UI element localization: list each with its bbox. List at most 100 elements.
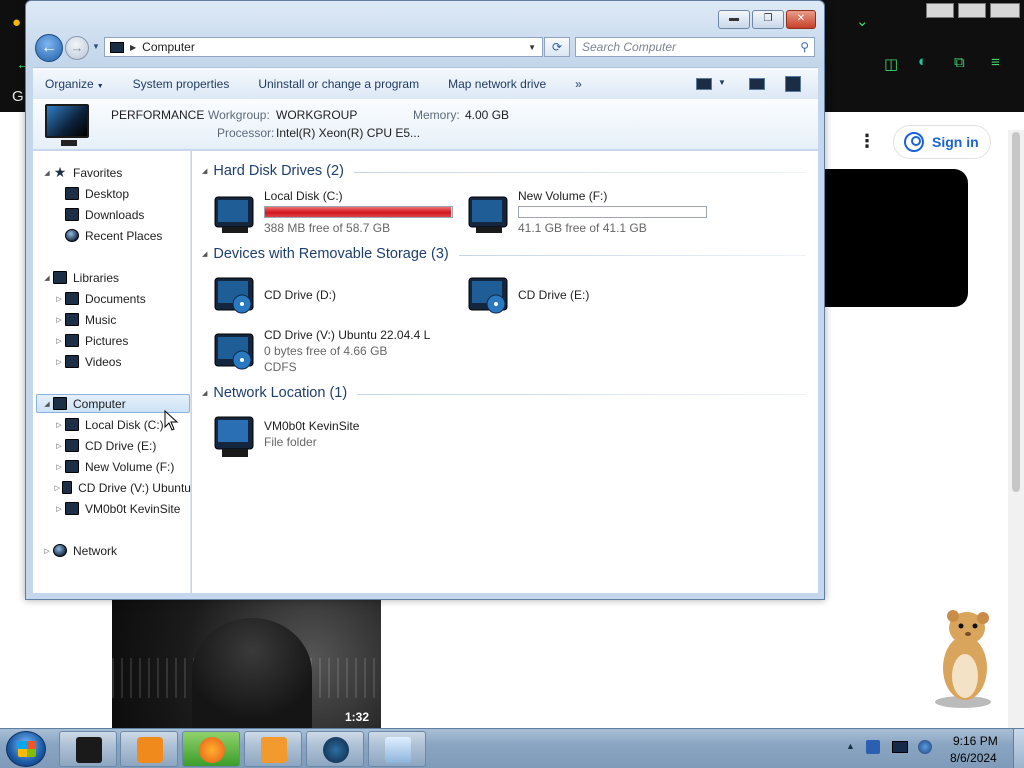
google-icon[interactable]: G: [12, 88, 24, 105]
uninstall-program-button[interactable]: Uninstall or change a program: [258, 77, 419, 91]
tree-item-kevinsite[interactable]: ▷ VM0b0t KevinSite: [53, 499, 180, 518]
taskbar-sublime-button[interactable]: [244, 731, 302, 767]
navigation-pane[interactable]: ◢ ★ Favorites Desktop Downloads Recent Pla…: [33, 151, 191, 593]
group-header-hdd[interactable]: ◢ Hard Disk Drives (2): [202, 163, 806, 179]
group-header-network[interactable]: ◢ Network Location (1): [202, 385, 806, 401]
tree-item-documents[interactable]: ▷ Documents: [53, 289, 145, 308]
chevron-right-icon[interactable]: ▶: [130, 43, 136, 52]
expanded-arrow-icon[interactable]: ◢: [41, 169, 53, 177]
clock-time[interactable]: 9:16 PM: [953, 734, 998, 748]
page-scrollbar[interactable]: [1008, 130, 1024, 730]
address-bar[interactable]: ▶ Computer ▼: [104, 37, 543, 57]
forward-button[interactable]: →: [65, 36, 89, 60]
tree-item-favorites[interactable]: ◢ ★ Favorites: [41, 163, 122, 182]
network-item-kevinsite[interactable]: VM0b0t KevinSite File folder: [212, 413, 457, 461]
tree-item-desktop[interactable]: Desktop: [53, 184, 129, 203]
collapse-group-icon[interactable]: ◢: [202, 167, 207, 175]
more-commands-button[interactable]: »: [575, 77, 582, 91]
drive-item-c[interactable]: Local Disk (C:) 388 MB free of 58.7 GB: [212, 189, 457, 237]
tree-item-cd-v[interactable]: ▷ CD Drive (V:) Ubuntu: [53, 478, 191, 497]
start-button[interactable]: [6, 731, 46, 767]
taskbar-steam-button[interactable]: [306, 731, 364, 767]
drive-item-f[interactable]: New Volume (F:) 41.1 GB free of 41.1 GB: [466, 189, 711, 237]
collapsed-arrow-icon[interactable]: ▷: [53, 505, 65, 513]
extensions-icon[interactable]: ⧉: [954, 54, 965, 71]
collapsed-arrow-icon[interactable]: ▷: [53, 484, 62, 492]
collapsed-arrow-icon[interactable]: ▷: [53, 421, 65, 429]
volume-icon[interactable]: [918, 740, 932, 754]
pocket-icon[interactable]: ◫: [884, 55, 898, 73]
taskbar-firefox-button[interactable]: [182, 731, 240, 767]
drive-item-v[interactable]: CD Drive (V:) Ubuntu 22.04.4 L 0 bytes f…: [212, 328, 512, 376]
system-properties-button[interactable]: System properties: [133, 77, 230, 91]
close-button[interactable]: ✕: [786, 10, 816, 29]
network-status-icon[interactable]: [892, 741, 908, 753]
content-pane[interactable]: ◢ Hard Disk Drives (2) Local Disk (C:) 38…: [164, 151, 818, 593]
hard-drive-icon: [214, 196, 254, 233]
tree-item-music[interactable]: ▷ Music: [53, 310, 116, 329]
cd-drive-icon: [65, 439, 79, 452]
minimize-button[interactable]: ▬: [718, 10, 750, 29]
recent-pages-dropdown[interactable]: ▼: [92, 42, 100, 51]
collapsed-arrow-icon[interactable]: ▷: [53, 337, 65, 345]
tree-item-pictures[interactable]: ▷ Pictures: [53, 331, 128, 350]
collapse-group-icon[interactable]: ◢: [202, 250, 207, 258]
browser-restore-button[interactable]: [958, 3, 986, 18]
expanded-arrow-icon[interactable]: ◢: [41, 400, 53, 408]
tree-label: Videos: [85, 354, 122, 369]
chevron-down-icon[interactable]: ⌄: [856, 12, 869, 30]
refresh-button[interactable]: ⟳: [544, 37, 570, 57]
scrollbar-thumb[interactable]: [1012, 132, 1020, 492]
expanded-arrow-icon[interactable]: ◢: [41, 274, 53, 282]
tray-device-icon[interactable]: [866, 740, 880, 754]
collapsed-arrow-icon[interactable]: ▷: [53, 463, 65, 471]
video-thumbnail[interactable]: 1:32: [112, 598, 381, 728]
collapse-group-icon[interactable]: ◢: [202, 389, 207, 397]
search-icon[interactable]: ⚲: [800, 38, 809, 56]
collapsed-arrow-icon[interactable]: ▷: [53, 442, 65, 450]
tree-item-computer[interactable]: ◢ Computer: [41, 394, 125, 413]
workgroup-value: WORKGROUP: [276, 108, 358, 122]
drive-item-d[interactable]: CD Drive (D:): [212, 272, 457, 320]
tree-item-recent-places[interactable]: Recent Places: [53, 226, 162, 245]
taskbar-recycle-button[interactable]: [368, 731, 426, 767]
maps-pin-icon[interactable]: ●: [12, 14, 21, 31]
tree-item-cd-e[interactable]: ▷ CD Drive (E:): [53, 436, 156, 455]
browser-close-button[interactable]: [990, 3, 1020, 18]
more-options-icon[interactable]: ⋮: [858, 131, 876, 152]
tree-item-videos[interactable]: ▷ Videos: [53, 352, 121, 371]
search-input[interactable]: Search Computer ⚲: [575, 37, 815, 57]
tree-item-network[interactable]: ▷ Network: [41, 541, 117, 560]
taskbar-explorer-button[interactable]: [59, 731, 117, 767]
tree-item-new-volume[interactable]: ▷ New Volume (F:): [53, 457, 174, 476]
back-button[interactable]: ←: [35, 34, 63, 62]
video-player-area[interactable]: [822, 169, 968, 307]
collapsed-arrow-icon[interactable]: ▷: [41, 547, 53, 555]
browser-minimize-button[interactable]: [926, 3, 954, 18]
sign-in-button[interactable]: Sign in: [893, 125, 991, 159]
vpn-icon[interactable]: ◐: [918, 53, 927, 70]
preview-pane-icon[interactable]: [749, 78, 765, 90]
show-hidden-icons-button[interactable]: ▲: [846, 741, 855, 751]
drive-name: New Volume (F:): [518, 189, 608, 203]
view-options-dropdown-icon[interactable]: ▼: [718, 78, 726, 87]
help-icon[interactable]: [785, 76, 801, 92]
address-dropdown-icon[interactable]: ▼: [528, 43, 536, 52]
taskbar-media-player-button[interactable]: [120, 731, 178, 767]
maximize-button[interactable]: ❐: [752, 10, 784, 29]
drive-name: CD Drive (D:): [264, 288, 336, 302]
show-desktop-button[interactable]: [1013, 729, 1024, 768]
menu-icon[interactable]: ≡: [991, 54, 1000, 71]
change-view-icon[interactable]: [696, 78, 712, 90]
group-header-removable[interactable]: ◢ Devices with Removable Storage (3): [202, 246, 806, 262]
organize-button[interactable]: Organize ▼: [45, 77, 104, 91]
drive-item-e[interactable]: CD Drive (E:): [466, 272, 711, 320]
collapsed-arrow-icon[interactable]: ▷: [53, 295, 65, 303]
collapsed-arrow-icon[interactable]: ▷: [53, 316, 65, 324]
tree-item-libraries[interactable]: ◢ Libraries: [41, 268, 119, 287]
clock-date[interactable]: 8/6/2024: [950, 751, 997, 765]
map-network-drive-button[interactable]: Map network drive: [448, 77, 546, 91]
collapsed-arrow-icon[interactable]: ▷: [53, 358, 65, 366]
window-frame: [26, 1, 824, 67]
tree-item-downloads[interactable]: Downloads: [53, 205, 144, 224]
